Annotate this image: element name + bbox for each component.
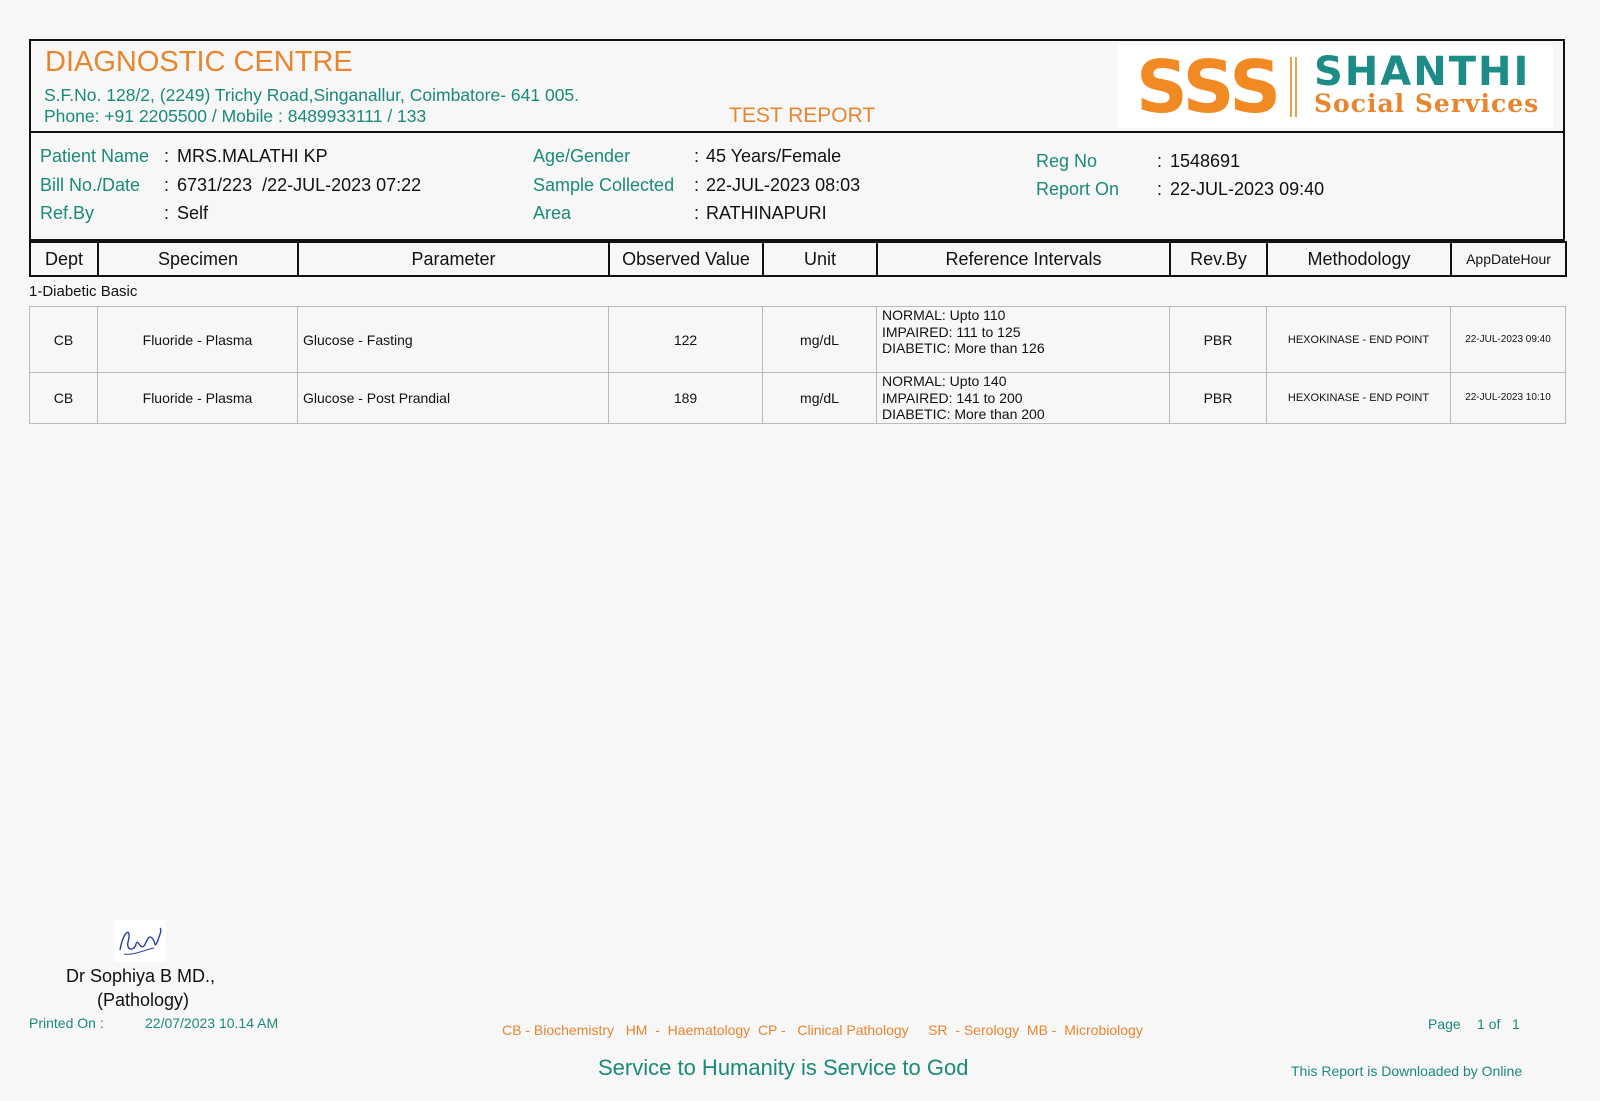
area-label: Area	[533, 203, 572, 223]
printed-on-label: Printed On :	[29, 1015, 104, 1031]
bill-value: 6731/223 /22-JUL-2023 07:22	[177, 175, 422, 195]
col-rev-by: Rev.By	[1169, 241, 1268, 277]
col-reference-intervals: Reference Intervals	[876, 241, 1171, 277]
area-value: RATHINAPURI	[706, 203, 827, 223]
motto: Service to Humanity is Service to God	[598, 1055, 969, 1080]
rev-by-cell: PBR	[1169, 372, 1267, 424]
report-on-value: 22-JUL-2023 09:40	[1170, 179, 1325, 199]
doctor-signature	[114, 920, 166, 962]
colon: :	[1157, 179, 1163, 199]
patient-name-label: Patient Name	[40, 146, 150, 166]
col-unit: Unit	[762, 241, 878, 277]
dept-cell: CB	[29, 306, 98, 373]
sample-label: Sample Collected	[533, 175, 675, 195]
shanthi-logo: SSS SHANTHI Social Services	[1118, 45, 1553, 128]
method-cell: HEXOKINASE - END POINT	[1266, 372, 1451, 424]
download-note: This Report is Downloaded by Online	[1291, 1063, 1523, 1079]
reference-cell: NORMAL: Upto 140 IMPAIRED: 141 to 200 DI…	[876, 372, 1170, 424]
unit-cell: mg/dL	[762, 306, 877, 373]
value-cell: 122	[608, 306, 763, 373]
col-methodology: Methodology	[1266, 241, 1452, 277]
centre-address: S.F.No. 128/2, (2249) Trichy Road,Singan…	[44, 85, 580, 105]
colon: :	[694, 203, 700, 223]
dept-cell: CB	[29, 372, 98, 424]
age-value: 45 Years/Female	[706, 146, 842, 166]
results-table-header: Dept Specimen Parameter Observed Value U…	[29, 241, 1567, 277]
ref-normal: NORMAL: Upto 110	[882, 307, 1006, 323]
colon: :	[694, 175, 700, 195]
logo-tagline: Social Services	[1314, 89, 1540, 118]
department-legend: CB - Biochemistry HM - Haematology CP - …	[502, 1022, 1143, 1038]
bill-label: Bill No./Date	[40, 175, 141, 195]
doctor-name: Dr Sophiya B MD.,	[66, 966, 216, 986]
logo-mark: SSS	[1136, 45, 1281, 129]
age-label: Age/Gender	[533, 146, 631, 166]
specimen-cell: Fluoride - Plasma	[97, 372, 298, 424]
specimen-cell: Fluoride - Plasma	[97, 306, 298, 373]
doctor-department: (Pathology)	[97, 990, 190, 1010]
ref-diabetic: DIABETIC: More than 200	[882, 406, 1045, 422]
ref-by-label: Ref.By	[40, 203, 95, 223]
colon: :	[164, 203, 170, 223]
ref-diabetic: DIABETIC: More than 126	[882, 340, 1045, 356]
colon: :	[164, 146, 170, 166]
parameter-cell: Glucose - Post Prandial	[297, 372, 609, 424]
colon: :	[164, 175, 170, 195]
logo-divider	[1290, 57, 1300, 117]
table-row: CB Fluoride - Plasma Glucose - Post Pran…	[29, 372, 1566, 424]
table-row: CB Fluoride - Plasma Glucose - Fasting 1…	[29, 306, 1566, 373]
page-number: 1 of 1	[1477, 1016, 1520, 1032]
rev-by-cell: PBR	[1169, 306, 1267, 373]
reg-no-value: 1548691	[1170, 151, 1241, 171]
col-app-date-hour: AppDateHour	[1450, 241, 1567, 277]
report-on-label: Report On	[1036, 179, 1120, 199]
col-observed-value: Observed Value	[608, 241, 764, 277]
parameter-cell: Glucose - Fasting	[297, 306, 609, 373]
date-cell: 22-JUL-2023 09:40	[1450, 306, 1566, 373]
report-title: TEST REPORT	[729, 104, 876, 127]
method-cell: HEXOKINASE - END POINT	[1266, 306, 1451, 373]
reference-cell: NORMAL: Upto 110 IMPAIRED: 111 to 125 DI…	[876, 306, 1170, 373]
page-label: Page	[1428, 1016, 1461, 1032]
ref-by-value: Self	[177, 203, 209, 223]
results-table: CB Fluoride - Plasma Glucose - Fasting 1…	[29, 306, 1566, 424]
date-cell: 22-JUL-2023 10:10	[1450, 372, 1566, 424]
col-specimen: Specimen	[97, 241, 299, 277]
colon: :	[1157, 151, 1163, 171]
reg-no-label: Reg No	[1036, 151, 1098, 171]
col-parameter: Parameter	[297, 241, 610, 277]
printed-on-value: 22/07/2023 10.14 AM	[145, 1015, 279, 1031]
ref-impaired: IMPAIRED: 111 to 125	[882, 323, 1021, 340]
centre-phone: Phone: +91 2205500 / Mobile : 8489933111…	[44, 106, 427, 126]
ref-impaired: IMPAIRED: 141 to 200	[882, 389, 1023, 406]
sample-value: 22-JUL-2023 08:03	[706, 175, 861, 195]
col-dept: Dept	[29, 241, 99, 277]
ref-normal: NORMAL: Upto 140	[882, 373, 1007, 389]
value-cell: 189	[608, 372, 763, 424]
unit-cell: mg/dL	[762, 372, 877, 424]
patient-name-value: MRS.MALATHI KP	[177, 146, 328, 166]
colon: :	[694, 146, 700, 166]
section-title: 1-Diabetic Basic	[29, 283, 138, 300]
centre-name: DIAGNOSTIC CENTRE	[45, 46, 353, 78]
